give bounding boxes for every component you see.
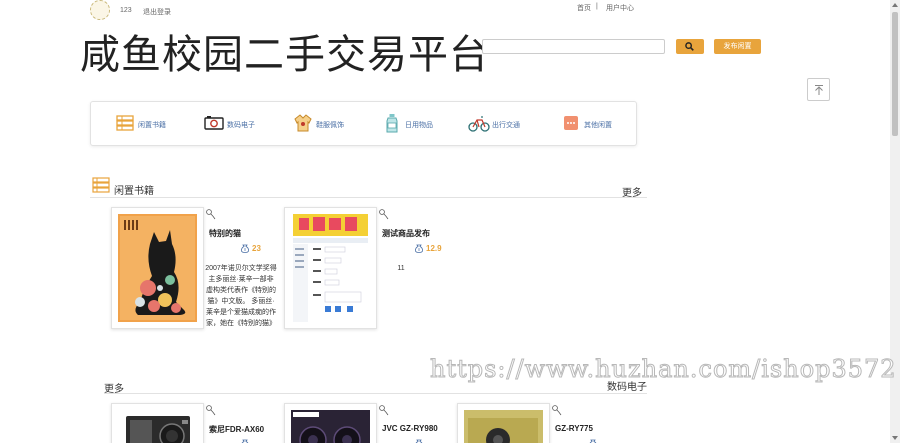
product-title[interactable]: GZ-RY775 xyxy=(555,424,593,433)
nav-separator: | xyxy=(596,3,598,10)
pin-icon xyxy=(206,405,216,416)
search-icon xyxy=(685,42,694,51)
product-price: 12.9 xyxy=(426,244,442,253)
scroll-down-arrow-icon[interactable] xyxy=(890,433,900,443)
arrow-up-icon xyxy=(815,85,823,95)
category-label: 鞋服佩饰 xyxy=(316,122,344,129)
product-title[interactable]: 测试商品发布 xyxy=(382,228,430,239)
product-description: 2007年诺贝尔文学奖得主多丽丝·莱辛一部非虚构类代表作《特别的猫》中文版。 多… xyxy=(205,265,277,327)
section-divider xyxy=(90,197,647,198)
price-icon xyxy=(415,244,423,253)
site-title: 咸鱼校园二手交易平台 xyxy=(80,32,490,78)
logout-link[interactable]: 退出登录 xyxy=(143,7,171,17)
product-price: 23 xyxy=(252,244,261,253)
watermark: https://www.huzhan.com/ishop3572 xyxy=(430,355,897,384)
user-center-link[interactable]: 用户中心 xyxy=(606,3,634,13)
pin-icon xyxy=(552,405,562,416)
product-card[interactable] xyxy=(111,403,204,443)
pin-icon xyxy=(379,209,389,220)
scroll-up-arrow-icon[interactable] xyxy=(890,0,900,10)
camera-icon xyxy=(204,116,224,130)
product-description: 11 xyxy=(397,265,405,272)
other-icon xyxy=(564,116,578,130)
product-image xyxy=(118,410,197,443)
books-icon xyxy=(116,115,134,131)
category-label: 日用物品 xyxy=(405,122,433,129)
price-icon xyxy=(241,439,249,443)
product-card[interactable] xyxy=(284,207,377,329)
product-image xyxy=(291,214,370,322)
scroll-thumb[interactable] xyxy=(892,12,898,136)
product-title[interactable]: JVC GZ-RY980 xyxy=(382,424,438,433)
username[interactable]: 123 xyxy=(120,7,132,14)
publish-button[interactable]: 发布闲置 xyxy=(714,39,761,54)
product-title[interactable]: 索尼FDR-AX60 xyxy=(209,424,264,435)
price-icon xyxy=(241,244,249,253)
clothes-icon xyxy=(294,114,312,132)
avatar[interactable] xyxy=(90,0,110,20)
home-link[interactable]: 首页 xyxy=(577,3,591,13)
books-section-icon xyxy=(92,177,110,193)
product-card[interactable] xyxy=(457,403,550,443)
category-label: 数码电子 xyxy=(227,122,255,129)
pin-icon xyxy=(379,405,389,416)
product-title[interactable]: 特别的猫 xyxy=(209,228,241,239)
bicycle-icon xyxy=(468,116,490,132)
back-to-top-button[interactable] xyxy=(807,78,830,101)
bottle-icon xyxy=(386,114,398,133)
section-divider xyxy=(104,393,647,394)
search-input[interactable] xyxy=(482,39,665,54)
price-icon xyxy=(415,439,423,443)
category-nav: 闲置书籍 数码电子 鞋服佩饰 日用物品 出行交通 其他闲置 xyxy=(90,101,637,146)
category-label: 闲置书籍 xyxy=(138,122,166,129)
search-button[interactable] xyxy=(676,39,704,54)
top-bar: 123 退出登录 首页 | 用户中心 xyxy=(0,0,890,20)
price-icon xyxy=(589,439,597,443)
category-label: 其他闲置 xyxy=(584,122,612,129)
category-label: 出行交通 xyxy=(492,122,520,129)
product-image xyxy=(118,214,197,322)
product-card[interactable] xyxy=(284,403,377,443)
product-card[interactable] xyxy=(111,207,204,329)
section-title-books: 闲置书籍 xyxy=(114,186,154,197)
product-image xyxy=(291,410,370,443)
pin-icon xyxy=(206,209,216,220)
product-image xyxy=(464,410,543,443)
